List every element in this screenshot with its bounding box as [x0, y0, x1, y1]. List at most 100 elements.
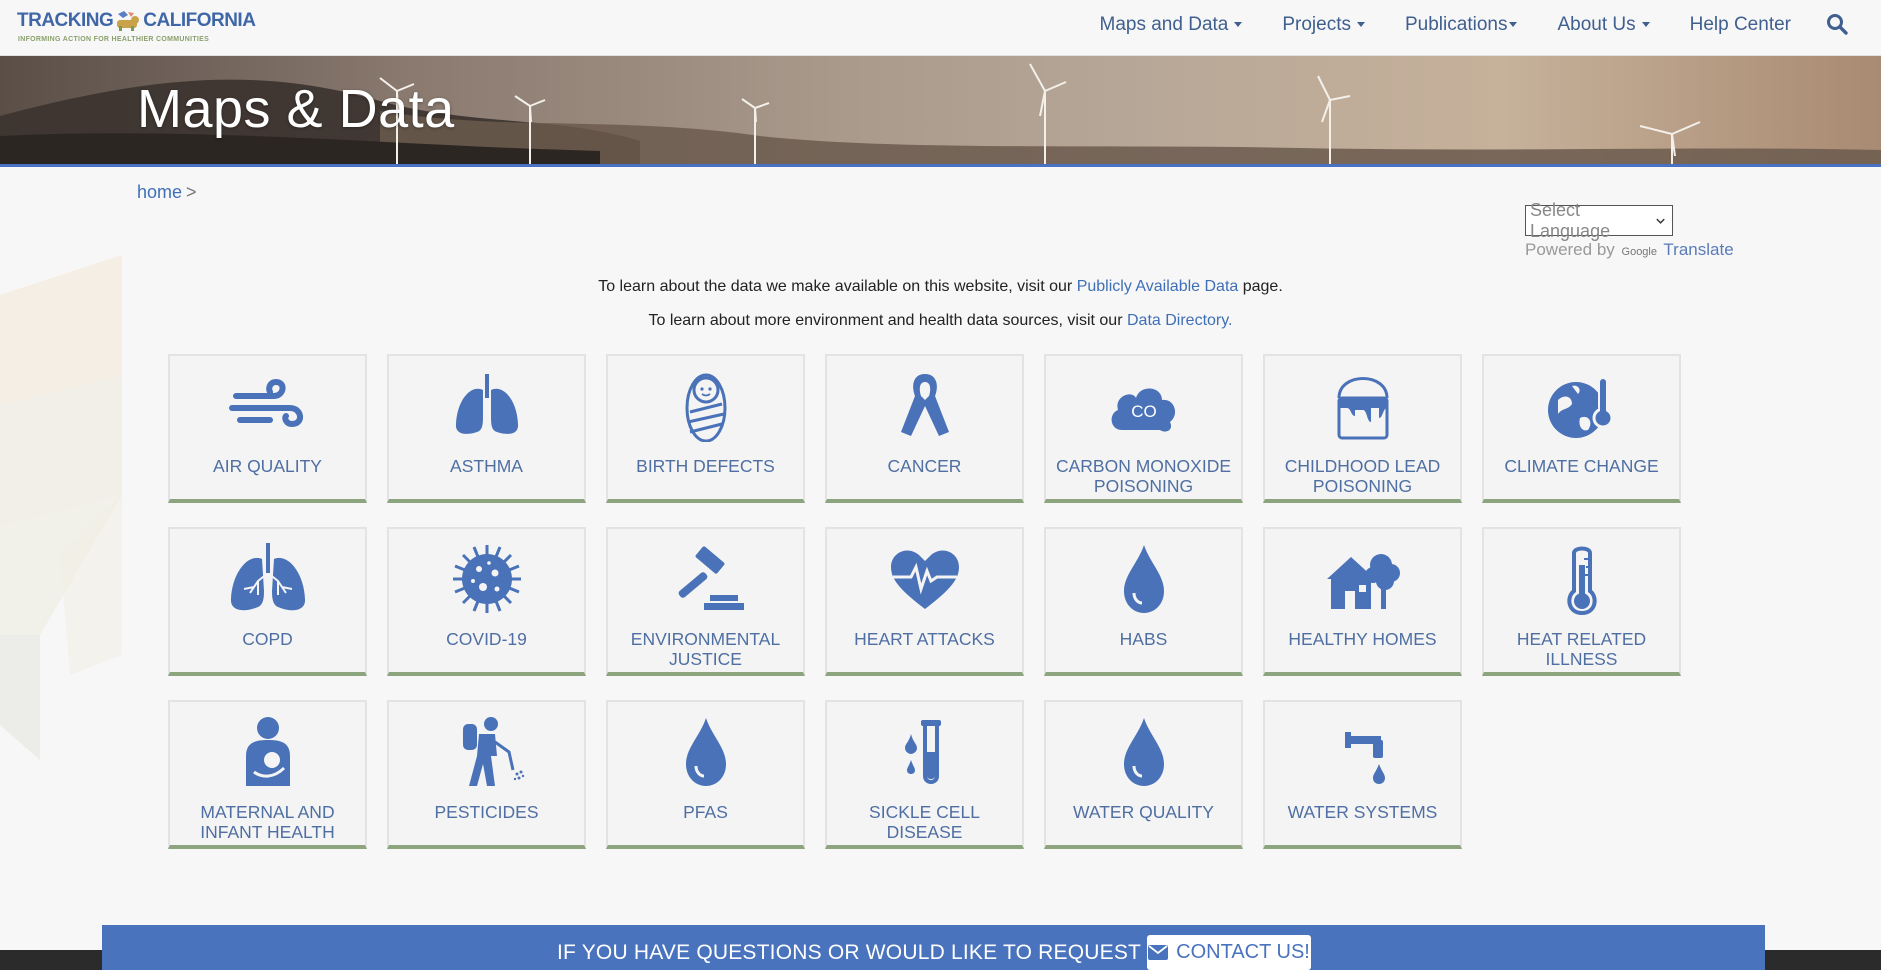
tile-pfas[interactable]: PFAS [606, 700, 805, 849]
tile-label: CHILDHOOD LEAD POISONING [1284, 456, 1441, 496]
breadcrumb: home > [137, 182, 197, 203]
tile-label: SICKLE CELL DISEASE [869, 802, 980, 842]
paint-bucket-icon [1337, 377, 1388, 440]
wind-icon [228, 378, 303, 428]
intro-text-1-end: page. [1242, 278, 1283, 295]
droplet-icon [1123, 718, 1164, 786]
globe-thermometer-icon [1547, 376, 1613, 438]
intro-line-data-directory: To learn about more environment and heal… [0, 312, 1881, 330]
tile-label: HABS [1119, 629, 1168, 649]
bronchi-lungs-icon [230, 543, 305, 611]
nav-publications[interactable]: Publications [1405, 13, 1518, 36]
nav-maps-and-data-label: Maps and Data [1099, 13, 1229, 35]
top-navbar: TRACKING CALIFORNIA INFORMING ACTION FOR… [0, 0, 1881, 56]
logo-wordmark: TRACKING CALIFORNIA [17, 8, 256, 34]
virus-icon [452, 545, 521, 613]
intro-text-2: To learn about more environment and heal… [648, 312, 1123, 329]
contact-banner-text: IF YOU HAVE QUESTIONS OR WOULD LIKE TO R… [557, 941, 1201, 964]
tile-label: ENVIRONMENTAL JUSTICE [630, 629, 781, 669]
logo-word-california: CALIFORNIA [143, 10, 256, 31]
nav-help-center[interactable]: Help Center [1690, 14, 1791, 36]
tile-carbon-monoxide[interactable]: CO CARBON MONOXIDE POISONING [1044, 354, 1243, 503]
decorative-triangles [0, 255, 122, 760]
tile-heart-attacks[interactable]: HEART ATTACKS [825, 527, 1024, 676]
tile-label: COPD [242, 629, 293, 649]
hero-banner: Maps & Data [0, 56, 1881, 167]
tile-habs[interactable]: HABS [1044, 527, 1243, 676]
tile-label: HEAT RELATED ILLNESS [1516, 629, 1647, 669]
tile-water-quality[interactable]: WATER QUALITY [1044, 700, 1243, 849]
mother-baby-icon [245, 717, 290, 786]
intro-text-1: To learn about the data we make availabl… [598, 278, 1073, 295]
nav-help-center-label: Help Center [1689, 13, 1791, 35]
powered-by-label: Powered by [1525, 240, 1615, 259]
swaddled-baby-icon [685, 373, 726, 442]
tile-label: CARBON MONOXIDE POISONING [1055, 456, 1232, 496]
site-logo[interactable]: TRACKING CALIFORNIA INFORMING ACTION FOR… [17, 8, 256, 48]
tile-label: CLIMATE CHANGE [1504, 456, 1659, 476]
sprayer-person-icon [462, 717, 524, 786]
nav-publications-label: Publications [1405, 13, 1508, 35]
tile-sickle-cell[interactable]: SICKLE CELL DISEASE [825, 700, 1024, 849]
contact-us-button[interactable]: CONTACT US! [1147, 935, 1311, 970]
tile-label: CANCER [887, 456, 962, 476]
nav-projects-label: Projects [1282, 13, 1351, 35]
tile-water-systems[interactable]: WATER SYSTEMS [1263, 700, 1462, 849]
tile-label: MATERNAL AND INFANT HEALTH [200, 802, 335, 842]
tile-cancer[interactable]: CANCER [825, 354, 1024, 503]
tile-climate-change[interactable]: CLIMATE CHANGE [1482, 354, 1681, 503]
caret-down-icon [1509, 21, 1518, 27]
co-cloud-icon: CO [1111, 388, 1175, 432]
caret-down-icon [1357, 21, 1365, 27]
tile-healthy-homes[interactable]: HEALTHY HOMES [1263, 527, 1462, 676]
tile-label: HEALTHY HOMES [1288, 629, 1437, 649]
tile-environmental-justice[interactable]: ENVIRONMENTAL JUSTICE [606, 527, 805, 676]
tile-label: AIR QUALITY [213, 456, 322, 476]
search-icon[interactable] [1826, 13, 1848, 35]
logo-word-tracking: TRACKING [17, 10, 114, 31]
tile-label: WATER QUALITY [1073, 802, 1214, 822]
tile-birth-defects[interactable]: BIRTH DEFECTS [606, 354, 805, 503]
nav-projects[interactable]: Projects [1282, 14, 1365, 36]
tile-label: PESTICIDES [434, 802, 539, 822]
house-tree-icon [1326, 554, 1400, 609]
breadcrumb-home-link[interactable]: home [137, 182, 182, 202]
tile-copd[interactable]: COPD [168, 527, 367, 676]
tile-heat-related-illness[interactable]: HEAT RELATED ILLNESS [1482, 527, 1681, 676]
tile-label: HEART ATTACKS [854, 629, 995, 649]
page-title: Maps & Data [137, 79, 455, 139]
language-select-value: Select Language [1530, 199, 1611, 241]
tile-label: ASTHMA [450, 456, 523, 476]
contact-banner: IF YOU HAVE QUESTIONS OR WOULD LIKE TO R… [102, 925, 1765, 970]
tile-label: WATER SYSTEMS [1287, 802, 1438, 822]
powered-by-google: Powered by Google Translate [1525, 240, 1734, 260]
nav-maps-and-data[interactable]: Maps and Data [1100, 14, 1243, 36]
publicly-available-data-link[interactable]: Publicly Available Data [1077, 278, 1239, 295]
caret-down-icon [1234, 21, 1243, 27]
main-nav: Maps and Data Projects Publications Abou… [1100, 0, 1792, 49]
droplet-icon [1123, 545, 1164, 613]
tile-label: PFAS [683, 802, 728, 822]
tile-air-quality[interactable]: AIR QUALITY [168, 354, 367, 503]
nav-about-us[interactable]: About Us [1557, 14, 1650, 36]
tile-covid-19[interactable]: COVID-19 [387, 527, 586, 676]
droplet-icon [685, 718, 726, 786]
faucet-icon [1344, 732, 1385, 784]
tile-pesticides[interactable]: PESTICIDES [387, 700, 586, 849]
caret-down-icon [1641, 21, 1650, 27]
google-translate-widget: Select Language Powered by Google Transl… [1525, 200, 1734, 260]
translate-link[interactable]: Translate [1663, 240, 1733, 259]
test-tube-icon [904, 720, 941, 784]
language-select[interactable]: Select Language [1525, 200, 1673, 241]
ribbon-icon [900, 374, 949, 436]
tile-maternal-infant-health[interactable]: MATERNAL AND INFANT HEALTH [168, 700, 367, 849]
tile-asthma[interactable]: ASTHMA [387, 354, 586, 503]
thermometer-icon [1566, 546, 1597, 615]
breadcrumb-separator: > [186, 182, 197, 202]
data-directory-link[interactable]: Data Directory. [1127, 312, 1233, 329]
tile-label: BIRTH DEFECTS [636, 456, 775, 476]
chevron-down-icon [1656, 218, 1665, 224]
tile-childhood-lead[interactable]: CHILDHOOD LEAD POISONING [1263, 354, 1462, 503]
google-logo-text: Google [1621, 246, 1657, 258]
svg-text:CO: CO [1131, 402, 1157, 421]
